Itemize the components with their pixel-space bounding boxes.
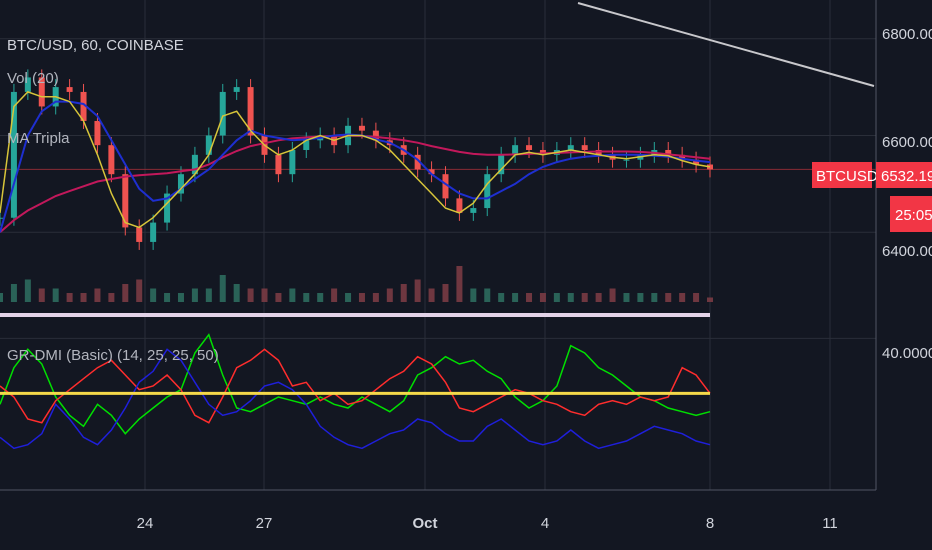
volume-bar: [442, 284, 449, 302]
volume-bar: [164, 293, 171, 302]
candle-body: [94, 120, 101, 146]
volume-bar: [637, 293, 644, 302]
volume-bar: [10, 284, 17, 302]
indicator-tick-40: 40.0000: [882, 345, 932, 362]
candle-body: [484, 174, 491, 209]
candle-body: [581, 145, 588, 150]
volume-bar: [595, 293, 602, 302]
time-label-11: 11: [822, 515, 838, 532]
candle-body: [289, 150, 296, 175]
volume-bar: [80, 293, 87, 302]
volume-bar: [470, 288, 477, 302]
volume-bar: [94, 288, 101, 302]
candle-body: [66, 87, 73, 92]
volume-bar: [665, 293, 672, 302]
volume-bar: [526, 293, 533, 302]
chart-background: [0, 0, 932, 550]
countdown-badge-value: 25:05: [895, 207, 932, 224]
volume-bar: [623, 293, 630, 302]
volume-bar: [191, 288, 198, 302]
volume-bar: [386, 288, 393, 302]
volume-bar: [289, 288, 296, 302]
candle-body: [219, 91, 226, 136]
volume-bar: [400, 284, 407, 302]
volume-bar: [609, 288, 616, 302]
volume-bar: [24, 279, 31, 302]
candle-body: [233, 87, 240, 92]
candle-body: [205, 135, 212, 155]
volume-bar: [247, 288, 254, 302]
volume-bar: [0, 293, 3, 302]
volume-bar: [233, 284, 240, 302]
volume-bar: [651, 293, 658, 302]
price-badge-value: 6532.19: [881, 168, 932, 185]
volume-bar: [331, 288, 338, 302]
volume-bar: [275, 293, 282, 302]
volume-bar: [693, 293, 700, 302]
candle-body: [623, 159, 630, 161]
candle-body: [526, 145, 533, 150]
symbol-title: BTC/USD, 60, COINBASE: [7, 37, 184, 54]
time-label-4: 4: [541, 515, 549, 532]
volume-bar: [108, 293, 115, 302]
volume-indicator-label: Vol (20): [7, 70, 59, 87]
volume-bar: [679, 293, 686, 302]
volume-bar: [345, 293, 352, 302]
volume-bar: [38, 288, 45, 302]
volume-bar: [261, 288, 268, 302]
time-label-24: 24: [137, 515, 154, 532]
chart-root: 6800.00 6600.00 6400.00 40.0000 BTCUSD 6…: [0, 0, 932, 550]
candle-body: [275, 154, 282, 175]
volume-bar: [317, 293, 324, 302]
volume-bar: [358, 293, 365, 302]
volume-bar: [456, 266, 463, 302]
volume-bar: [498, 293, 505, 302]
candle-body: [0, 217, 3, 219]
price-tick-6400: 6400.00: [882, 243, 932, 260]
volume-bar: [414, 279, 421, 302]
candle-body: [358, 125, 365, 131]
volume-bar: [303, 293, 310, 302]
ma-indicator-label: MA Tripla: [7, 130, 70, 147]
volume-bar: [52, 288, 59, 302]
volume-bar: [66, 293, 73, 302]
dmi-indicator-label: GR-DMI (Basic) (14, 25, 25, 50): [7, 347, 219, 364]
volume-bar: [581, 293, 588, 302]
candle-body: [108, 145, 115, 175]
volume-bar: [177, 293, 184, 302]
volume-bar: [707, 297, 713, 302]
volume-bar: [512, 293, 519, 302]
volume-bar: [484, 288, 491, 302]
volume-bar: [122, 284, 129, 302]
candle-body: [136, 227, 143, 242]
candle-body: [150, 222, 157, 242]
time-label-8: 8: [706, 515, 714, 532]
time-label-oct: Oct: [412, 515, 437, 532]
volume-bar: [205, 288, 212, 302]
price-tick-6600: 6600.00: [882, 134, 932, 151]
volume-bar: [150, 288, 157, 302]
symbol-badge-label: BTCUSD: [816, 168, 878, 185]
time-label-27: 27: [256, 515, 273, 532]
volume-bar: [428, 288, 435, 302]
candle-body: [470, 208, 477, 213]
price-tick-6800: 6800.00: [882, 26, 932, 43]
volume-bar: [539, 293, 546, 302]
volume-bar: [136, 279, 143, 302]
volume-bar: [567, 293, 574, 302]
volume-bar: [219, 275, 226, 302]
volume-bar: [372, 293, 379, 302]
volume-bar: [553, 293, 560, 302]
